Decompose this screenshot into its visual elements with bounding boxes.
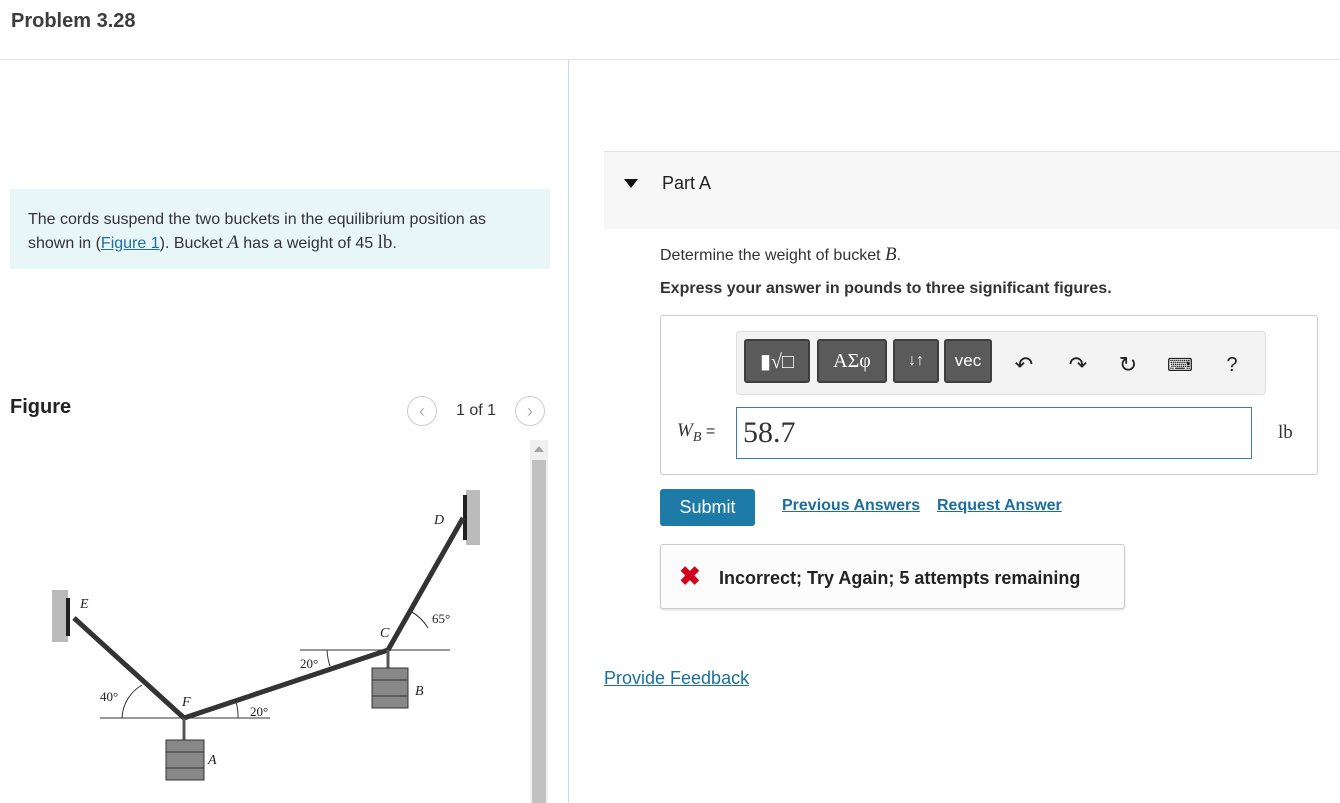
request-answer-link[interactable]: Request Answer (937, 497, 1062, 515)
chevron-left-icon: ‹ (419, 400, 425, 421)
prev-figure-button[interactable]: ‹ (407, 396, 437, 426)
submit-button[interactable]: Submit (660, 489, 755, 526)
vec-button[interactable]: vec (944, 339, 992, 383)
page-title: Problem 3.28 (11, 10, 136, 32)
arc-65 (409, 610, 429, 629)
redo-icon[interactable]: ↷ (1063, 350, 1093, 380)
bucket-a-var: A (227, 232, 239, 253)
label-c: C (380, 626, 390, 641)
intro-unit: lb (377, 232, 393, 253)
intro-text-3: has a weight of 45 (238, 235, 378, 252)
help-button[interactable]: ? (1217, 350, 1247, 380)
label-a: A (207, 753, 217, 768)
answer-unit: lb (1278, 422, 1293, 443)
figure-link[interactable]: Figure 1 (101, 235, 160, 252)
question-text: Determine the weight of bucket B. (660, 244, 901, 266)
caret-down-icon[interactable] (624, 179, 638, 188)
templates-icon: ▮√□ (759, 350, 795, 373)
figure-image: E D C F A B 40° 20° 20° 65° (0, 440, 530, 803)
label-e: E (79, 597, 89, 612)
scroll-thumb[interactable] (532, 460, 546, 803)
keyboard-icon[interactable]: ⌨ (1165, 350, 1195, 380)
label-angle-40: 40° (100, 689, 118, 704)
answer-input[interactable]: 58.7 (736, 407, 1252, 459)
part-a-header[interactable]: Part A (604, 151, 1340, 229)
close-icon: ✖ (679, 561, 701, 591)
reset-icon[interactable]: ↻ (1113, 350, 1143, 380)
question-text-2: . (896, 247, 902, 264)
figure-heading: Figure (10, 396, 72, 418)
variable-w: W (677, 420, 693, 441)
equals-sign: = (701, 423, 716, 440)
figure-pager-text: 1 of 1 (456, 402, 497, 419)
column-divider (568, 60, 569, 803)
cord-ef (72, 616, 186, 720)
wall-d (466, 490, 480, 545)
next-figure-button[interactable]: › (515, 396, 545, 426)
arc-20-bottom (235, 701, 239, 719)
figure-scrollbar[interactable] (530, 440, 548, 803)
bucket-b-var: B (885, 244, 897, 265)
label-angle-20-bottom: 20° (250, 704, 268, 719)
templates-button[interactable]: ▮√□ (744, 339, 810, 383)
label-angle-65: 65° (432, 611, 450, 626)
greek-button[interactable]: ΑΣφ (817, 339, 887, 383)
bucket-b (371, 667, 409, 709)
arc-20-left (326, 649, 331, 667)
feedback-text: Incorrect; Try Again; 5 attempts remaini… (719, 568, 1081, 588)
cord-fc (183, 647, 389, 721)
wall-e-plate (66, 598, 70, 636)
label-f: F (181, 695, 191, 710)
feedback-box: ✖ Incorrect; Try Again; 5 attempts remai… (660, 544, 1125, 609)
bucket-a (165, 739, 205, 781)
header-divider (0, 59, 1340, 60)
answer-variable-label: WB = (677, 420, 715, 446)
bucket-diagram: E D C F A B 40° 20° 20° 65° (52, 490, 480, 781)
label-b: B (415, 684, 424, 699)
provide-feedback-link[interactable]: Provide Feedback (604, 668, 749, 689)
part-a-title: Part A (662, 173, 712, 193)
problem-statement: The cords suspend the two buckets in the… (10, 189, 550, 269)
previous-answers-link[interactable]: Previous Answers (782, 497, 920, 515)
scroll-up-arrow-icon[interactable] (534, 446, 544, 452)
cord-cd (385, 516, 466, 652)
instruction-text: Express your answer in pounds to three s… (660, 280, 1112, 297)
wall-d-plate (463, 495, 467, 540)
wall-e (52, 590, 68, 642)
question-text-1: Determine the weight of bucket (660, 247, 886, 264)
answer-panel: ▮√□ ΑΣφ ↓↑ vec ↶ ↷ ↻ ⌨ ? WB = 58.7 lb (660, 315, 1318, 475)
math-toolbar: ▮√□ ΑΣφ ↓↑ vec ↶ ↷ ↻ ⌨ ? (736, 331, 1266, 395)
swap-icon: ↓↑ (908, 352, 924, 369)
arc-40 (121, 684, 143, 719)
label-angle-20-left: 20° (300, 656, 318, 671)
intro-text-2: ). Bucket (159, 235, 228, 252)
undo-icon[interactable]: ↶ (1009, 350, 1039, 380)
swap-button[interactable]: ↓↑ (893, 339, 939, 383)
label-d: D (433, 513, 444, 528)
intro-period: . (392, 235, 397, 252)
chevron-right-icon: › (527, 400, 533, 421)
